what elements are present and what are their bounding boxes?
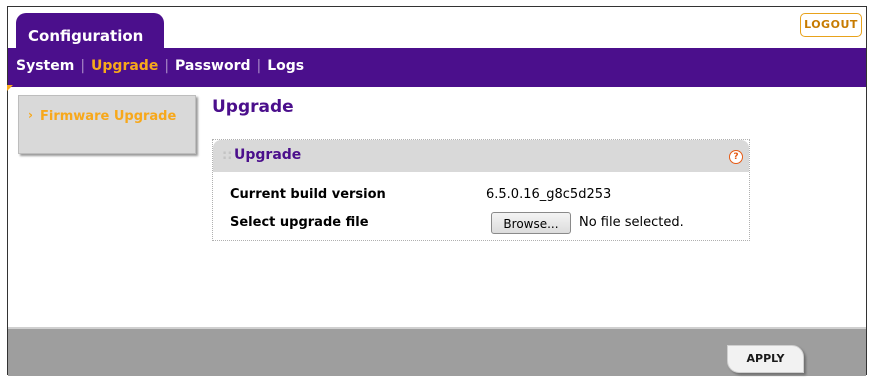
nav-separator: | <box>80 58 86 74</box>
upgrade-panel: :: Upgrade ? Current build version 6.5.0… <box>212 139 750 241</box>
nav-item-password[interactable]: Password <box>175 58 250 74</box>
help-icon[interactable]: ? <box>729 150 743 164</box>
chevron-right-icon: › <box>28 108 33 122</box>
nav-separator: | <box>164 58 170 74</box>
sidebar-item-firmware-upgrade[interactable]: Firmware Upgrade <box>40 108 190 125</box>
logout-button[interactable]: LOGOUT <box>800 13 862 37</box>
panel-title: Upgrade <box>234 147 302 163</box>
nav-item-upgrade[interactable]: Upgrade <box>91 58 158 74</box>
nav-item-system[interactable]: System <box>16 58 74 74</box>
panel-header: :: Upgrade ? <box>213 140 749 172</box>
file-status: No file selected. <box>579 215 684 230</box>
app-frame: Configuration LOGOUT System | Upgrade | … <box>7 6 867 376</box>
build-version-label: Current build version <box>230 187 386 202</box>
nav-item-logs[interactable]: Logs <box>267 58 304 74</box>
top-nav: System | Upgrade | Password | Logs <box>16 58 304 74</box>
nav-separator: | <box>256 58 262 74</box>
sidebar: › Firmware Upgrade <box>18 95 196 154</box>
browse-button[interactable]: Browse... <box>491 212 571 234</box>
grip-icon: :: <box>222 148 233 163</box>
nav-notch <box>7 85 13 91</box>
upgrade-file-label: Select upgrade file <box>230 215 369 230</box>
page-title: Upgrade <box>212 97 294 117</box>
build-version-value: 6.5.0.16_g8c5d253 <box>486 187 612 202</box>
apply-button[interactable]: APPLY <box>727 345 804 373</box>
